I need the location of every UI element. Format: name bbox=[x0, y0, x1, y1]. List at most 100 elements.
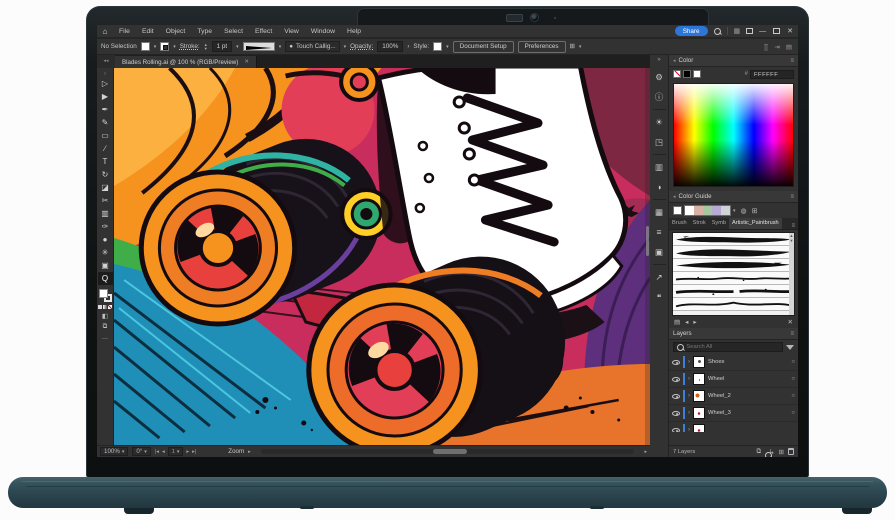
align-glyph-icon[interactable]: ⊞ bbox=[570, 43, 575, 50]
delete-layer-icon[interactable] bbox=[788, 448, 794, 455]
layer-thumbnail[interactable] bbox=[693, 390, 705, 402]
pencil-tool[interactable]: ✎ bbox=[98, 116, 113, 129]
symbol-sprayer-tool[interactable]: ✳ bbox=[98, 246, 113, 259]
none-mode-icon[interactable] bbox=[108, 305, 112, 309]
layer-name[interactable]: Shoes bbox=[708, 359, 724, 365]
direct-selection-tool[interactable]: ▶ bbox=[98, 90, 113, 103]
brush-item[interactable] bbox=[673, 285, 794, 298]
color-guide-panel-header[interactable]: ◂ Color Guide ≡ bbox=[669, 191, 798, 203]
workspace-switcher-icon[interactable] bbox=[746, 28, 753, 34]
expand-panels-icon[interactable]: » bbox=[657, 57, 660, 63]
stroke-weight-value[interactable]: 1 pt bbox=[212, 41, 233, 52]
document-tab[interactable]: Blades Rolling.ai @ 100 % (RGB/Preview) … bbox=[115, 56, 257, 68]
align-icon[interactable]: ≡ bbox=[652, 225, 667, 240]
variable-width-profile[interactable] bbox=[243, 42, 275, 51]
tab-stroke[interactable]: Strok bbox=[690, 218, 709, 229]
horizontal-scrollbar[interactable] bbox=[261, 449, 635, 454]
minimize-button[interactable]: — bbox=[759, 28, 766, 35]
panel-menu-icon[interactable]: ≡ bbox=[790, 331, 794, 337]
scissors-tool[interactable]: ✂ bbox=[98, 194, 113, 207]
harmony-dropdown-icon[interactable]: ▾ bbox=[733, 208, 736, 214]
brush-item[interactable] bbox=[673, 272, 794, 285]
expand-chevron-icon[interactable]: › bbox=[688, 393, 690, 399]
stroke-weight-dropdown-icon[interactable]: ▾ bbox=[236, 44, 239, 50]
horizontal-scrollbar-thumb[interactable] bbox=[433, 449, 467, 454]
arrange-documents-icon[interactable]: ▦ bbox=[734, 27, 741, 35]
zoom-tool[interactable]: Q bbox=[98, 272, 113, 285]
tab-scroll-icon[interactable]: ◂◂ bbox=[97, 55, 115, 68]
zoom-dropdown-icon[interactable]: ▾ bbox=[122, 449, 125, 455]
target-circle-icon[interactable]: ○ bbox=[791, 376, 795, 382]
type-tool[interactable]: T bbox=[98, 155, 113, 168]
expand-chevron-icon[interactable]: › bbox=[688, 427, 690, 432]
eraser-tool[interactable]: ◪ bbox=[98, 181, 113, 194]
layer-row[interactable]: › Wheel ○ bbox=[669, 371, 798, 388]
layer-thumbnail[interactable] bbox=[693, 373, 705, 385]
menu-help[interactable]: Help bbox=[341, 28, 367, 35]
menu-file[interactable]: File bbox=[113, 28, 136, 35]
swatches-icon[interactable]: ◳ bbox=[652, 135, 667, 150]
layers-panel-header[interactable]: Layers ≡ bbox=[669, 328, 798, 340]
artboard-tool[interactable]: ▣ bbox=[98, 259, 113, 272]
edit-colors-icon[interactable]: ⊞ bbox=[752, 207, 758, 215]
variation-swatch[interactable] bbox=[694, 206, 703, 215]
variation-swatch[interactable] bbox=[712, 206, 721, 215]
blob-brush-tool[interactable]: ● bbox=[98, 233, 113, 246]
comments-icon[interactable]: ❝ bbox=[652, 290, 667, 305]
brush-libraries-icon[interactable]: ▤ bbox=[674, 318, 680, 326]
flow-icon[interactable]: ⇥ bbox=[774, 43, 779, 51]
style-dropdown-icon[interactable]: ▾ bbox=[446, 44, 449, 50]
next-artboard-icon[interactable]: ▸ bbox=[186, 449, 189, 455]
visibility-eye-icon[interactable] bbox=[672, 428, 680, 433]
stroke-dropdown-icon[interactable]: ▾ bbox=[173, 44, 176, 50]
status-options-icon[interactable]: ▸ bbox=[248, 449, 251, 455]
rectangle-tool[interactable]: ▭ bbox=[98, 129, 113, 142]
touch-workspace-icon[interactable]: ⣿ bbox=[764, 43, 769, 51]
fill-indicator[interactable] bbox=[99, 289, 108, 298]
selection-tool[interactable]: ▷ bbox=[98, 77, 113, 90]
close-button[interactable]: ✕ bbox=[787, 27, 793, 35]
visibility-eye-icon[interactable] bbox=[672, 377, 680, 382]
tab-brushes[interactable]: Brush bbox=[669, 218, 690, 229]
expand-chevron-icon[interactable]: › bbox=[688, 376, 690, 382]
tab-close-icon[interactable]: ✕ bbox=[244, 59, 249, 65]
layer-name[interactable]: Wheel_2 bbox=[708, 393, 731, 399]
brush-dropdown-icon[interactable]: ▾ bbox=[344, 44, 347, 50]
color-icon[interactable]: ☀ bbox=[652, 115, 667, 130]
opacity-label[interactable]: Opacity: bbox=[350, 43, 373, 50]
visibility-eye-icon[interactable] bbox=[672, 360, 680, 365]
rotation-dropdown-icon[interactable]: ▾ bbox=[144, 449, 147, 455]
layer-thumbnail[interactable] bbox=[693, 356, 705, 368]
variation-swatch[interactable] bbox=[721, 206, 730, 215]
artboards-icon[interactable]: ▣ bbox=[652, 245, 667, 260]
layer-name[interactable]: Wheel_3 bbox=[708, 410, 731, 416]
expand-chevron-icon[interactable]: › bbox=[688, 410, 690, 416]
color-panel-header[interactable]: ◂ Color ≡ bbox=[669, 55, 798, 67]
make-mask-icon[interactable]: ⧉ bbox=[756, 448, 761, 456]
transparency-icon[interactable]: ◑ bbox=[652, 180, 667, 195]
artboard-dropdown-icon[interactable]: ▾ bbox=[177, 449, 180, 455]
black-swatch[interactable] bbox=[683, 70, 691, 78]
screen-mode-icon[interactable]: ⧉ bbox=[103, 323, 108, 331]
menu-window[interactable]: Window bbox=[305, 28, 341, 35]
draw-mode-icon[interactable]: ◧ bbox=[102, 312, 108, 320]
limit-colors-icon[interactable]: ◍ bbox=[741, 207, 747, 215]
none-swatch[interactable] bbox=[673, 70, 681, 78]
zoom-level-select[interactable]: 100% ▾ bbox=[100, 447, 128, 456]
edit-toolbar-icon[interactable]: … bbox=[102, 334, 109, 341]
artboard-select[interactable]: 1 ▾ bbox=[168, 447, 184, 456]
line-segment-tool[interactable]: ∕ bbox=[98, 142, 113, 155]
vertical-scrollbar-thumb[interactable] bbox=[646, 226, 649, 256]
color-mode-icon[interactable] bbox=[98, 305, 102, 309]
scroll-right-icon[interactable]: ▸ bbox=[644, 449, 647, 455]
layer-row[interactable]: › Shoes ○ bbox=[669, 354, 798, 371]
paintbrush-tool[interactable]: ✑ bbox=[98, 220, 113, 233]
style-swatch[interactable] bbox=[433, 42, 442, 51]
menu-object[interactable]: Object bbox=[160, 28, 192, 35]
panel-menu-icon[interactable]: ≡ bbox=[790, 194, 794, 200]
target-circle-icon[interactable]: ○ bbox=[791, 410, 795, 416]
artboard-canvas[interactable] bbox=[114, 68, 650, 445]
home-icon[interactable]: ⌂ bbox=[97, 27, 113, 36]
menu-effect[interactable]: Effect bbox=[249, 28, 278, 35]
color-spectrum-picker[interactable] bbox=[673, 83, 794, 187]
